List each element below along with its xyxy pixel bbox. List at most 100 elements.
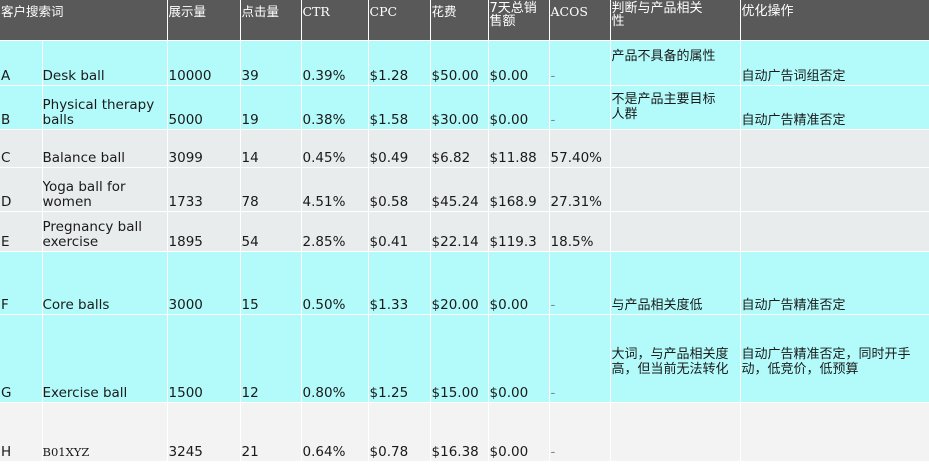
- clicks-cell: 14: [240, 129, 302, 168]
- cpc-cell: $0.58: [368, 167, 431, 212]
- table-row: D Yoga ball for women 1733 78 4.51% $0.5…: [0, 167, 929, 212]
- action-cell: [740, 402, 929, 462]
- cpc-cell: $0.49: [368, 129, 431, 168]
- row-id: B: [0, 85, 43, 130]
- sales-cell: $11.88: [488, 129, 550, 168]
- sales-cell: $0.00: [488, 40, 550, 86]
- header-clicks: 点击量: [240, 0, 302, 41]
- acos-cell: -: [549, 402, 611, 462]
- impressions-cell: 3000: [167, 251, 241, 315]
- action-cell: 自动广告精准否定，同时开手动，低竞价，低预算: [740, 314, 929, 403]
- ctr-cell: 0.80%: [301, 314, 369, 403]
- table-header-row: 客户搜索词 展示量 点击量 CTR CPC 花费 7天总销售额 ACOS 判断与…: [0, 0, 929, 41]
- header-cpc: CPC: [368, 0, 431, 41]
- relevance-cell: 产品不具备的属性: [610, 40, 741, 86]
- action-cell: 自动广告词组否定: [740, 40, 929, 86]
- table-row: H B01XYZ 3245 21 0.64% $0.78 $16.38 $0.0…: [0, 402, 929, 462]
- keyword-cell: Yoga ball for women: [42, 167, 168, 212]
- table-row: G Exercise ball 1500 12 0.80% $1.25 $15.…: [0, 314, 929, 403]
- relevance-cell: [610, 129, 741, 168]
- header-keyword: 客户搜索词: [0, 0, 168, 41]
- row-id: H: [0, 402, 43, 462]
- cpc-cell: $0.78: [368, 402, 431, 462]
- cpc-cell: $1.33: [368, 251, 431, 315]
- sales-cell: $168.9: [488, 167, 550, 212]
- ctr-cell: 0.39%: [301, 40, 369, 86]
- spend-cell: $16.38: [430, 402, 489, 462]
- acos-cell: 18.5%: [549, 211, 611, 252]
- spend-cell: $20.00: [430, 251, 489, 315]
- acos-cell: 57.40%: [549, 129, 611, 168]
- impressions-cell: 5000: [167, 85, 241, 130]
- table-row: A Desk ball 10000 39 0.39% $1.28 $50.00 …: [0, 40, 929, 86]
- table-row: F Core balls 3000 15 0.50% $1.33 $20.00 …: [0, 251, 929, 315]
- action-cell: [740, 129, 929, 168]
- keyword-cell: Exercise ball: [42, 314, 168, 403]
- action-cell: 自动广告精准否定: [740, 85, 929, 130]
- row-id: G: [0, 314, 43, 403]
- action-cell: [740, 167, 929, 212]
- keyword-cell: Balance ball: [42, 129, 168, 168]
- sales-cell: $0.00: [488, 85, 550, 130]
- table-row: B Physical therapy balls 5000 19 0.38% $…: [0, 85, 929, 130]
- sales-cell: $0.00: [488, 314, 550, 403]
- table-row: E Pregnancy ball exercise 1895 54 2.85% …: [0, 211, 929, 252]
- ctr-cell: 0.38%: [301, 85, 369, 130]
- clicks-cell: 12: [240, 314, 302, 403]
- row-id: F: [0, 251, 43, 315]
- cpc-cell: $0.41: [368, 211, 431, 252]
- acos-cell: -: [549, 40, 611, 86]
- impressions-cell: 1500: [167, 314, 241, 403]
- relevance-cell: 不是产品主要目标人群: [610, 85, 741, 130]
- clicks-cell: 21: [240, 402, 302, 462]
- relevance-cell: 与产品相关度低: [610, 251, 741, 315]
- spend-cell: $30.00: [430, 85, 489, 130]
- acos-cell: -: [549, 85, 611, 130]
- keyword-analysis-table: 客户搜索词 展示量 点击量 CTR CPC 花费 7天总销售额 ACOS 判断与…: [0, 0, 929, 462]
- acos-cell: -: [549, 251, 611, 315]
- clicks-cell: 78: [240, 167, 302, 212]
- sales-cell: $119.3: [488, 211, 550, 252]
- ctr-cell: 0.50%: [301, 251, 369, 315]
- impressions-cell: 10000: [167, 40, 241, 86]
- row-id: E: [0, 211, 43, 252]
- keyword-cell: Physical therapy balls: [42, 85, 168, 130]
- header-acos: ACOS: [549, 0, 611, 41]
- keyword-cell: Desk ball: [42, 40, 168, 86]
- row-id: A: [0, 40, 43, 86]
- impressions-cell: 3099: [167, 129, 241, 168]
- relevance-cell: [610, 167, 741, 212]
- relevance-cell: [610, 402, 741, 462]
- clicks-cell: 39: [240, 40, 302, 86]
- clicks-cell: 19: [240, 85, 302, 130]
- ctr-cell: 0.64%: [301, 402, 369, 462]
- cpc-cell: $1.25: [368, 314, 431, 403]
- header-impressions: 展示量: [167, 0, 241, 41]
- acos-cell: -: [549, 314, 611, 403]
- ctr-cell: 4.51%: [301, 167, 369, 212]
- impressions-cell: 1895: [167, 211, 241, 252]
- clicks-cell: 15: [240, 251, 302, 315]
- spend-cell: $45.24: [430, 167, 489, 212]
- keyword-cell: Core balls: [42, 251, 168, 315]
- cpc-cell: $1.58: [368, 85, 431, 130]
- table-row: C Balance ball 3099 14 0.45% $0.49 $6.82…: [0, 129, 929, 168]
- sales-cell: $0.00: [488, 402, 550, 462]
- cpc-cell: $1.28: [368, 40, 431, 86]
- header-action: 优化操作: [740, 0, 929, 41]
- impressions-cell: 1733: [167, 167, 241, 212]
- row-id: C: [0, 129, 43, 168]
- relevance-cell: [610, 211, 741, 252]
- action-cell: [740, 211, 929, 252]
- clicks-cell: 54: [240, 211, 302, 252]
- row-id: D: [0, 167, 43, 212]
- ctr-cell: 2.85%: [301, 211, 369, 252]
- action-cell: 自动广告精准否定: [740, 251, 929, 315]
- spend-cell: $6.82: [430, 129, 489, 168]
- header-relevance: 判断与产品相关性: [610, 0, 741, 41]
- spend-cell: $22.14: [430, 211, 489, 252]
- keyword-cell: Pregnancy ball exercise: [42, 211, 168, 252]
- header-ctr: CTR: [301, 0, 369, 41]
- relevance-cell: 大词，与产品相关度高，但当前无法转化: [610, 314, 741, 403]
- sales-cell: $0.00: [488, 251, 550, 315]
